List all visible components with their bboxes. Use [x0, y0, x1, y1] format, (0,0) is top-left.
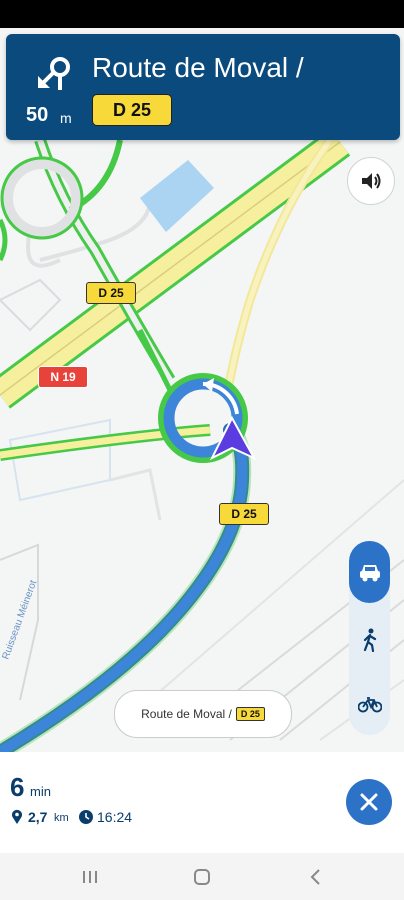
close-icon: [360, 793, 378, 811]
remaining-distance: 2,7: [28, 809, 48, 825]
clock-icon: [79, 810, 93, 824]
home-icon[interactable]: [190, 865, 214, 889]
destination-road-badge: D 25: [235, 707, 265, 721]
transport-mode-panel: [349, 541, 390, 735]
mode-bike-button[interactable]: [349, 681, 390, 727]
remaining-minutes-unit: min: [30, 784, 51, 799]
navigation-banner[interactable]: 50 m Route de Moval / D 25: [6, 34, 400, 140]
sound-toggle-button[interactable]: [347, 157, 395, 205]
road-label-d25-bottom: D 25: [219, 503, 269, 525]
location-pin-icon: [12, 809, 22, 824]
walk-icon: [363, 628, 376, 652]
next-street-name: Route de Moval /: [92, 52, 304, 83]
destination-street: Route de Moval /: [141, 707, 232, 721]
arrival-time: 16:24: [97, 809, 133, 825]
remaining-distance-unit: km: [54, 812, 69, 824]
system-navigation-bar: [0, 853, 404, 900]
recent-apps-icon[interactable]: [78, 865, 102, 889]
trip-summary-panel: 6 min 2,7 km 16:24: [0, 752, 404, 853]
maneuver-distance-unit: m: [60, 110, 72, 126]
remaining-minutes: 6: [10, 772, 25, 802]
bike-icon: [357, 697, 382, 713]
speaker-icon: [362, 173, 381, 189]
road-label-d25-top: D 25: [86, 282, 136, 304]
destination-pill[interactable]: Route de Moval / D 25: [114, 690, 292, 738]
status-bar: [0, 0, 404, 28]
road-label-n19: N 19: [38, 366, 88, 388]
back-icon[interactable]: [304, 865, 328, 889]
car-icon: [359, 565, 380, 582]
maneuver-distance: 50: [26, 104, 49, 126]
end-navigation-button[interactable]: [346, 779, 392, 825]
mode-car-button[interactable]: [349, 541, 390, 603]
roundabout-exit-icon: [38, 57, 70, 90]
mode-walk-button[interactable]: [349, 617, 390, 663]
road-ref-badge: D 25: [92, 94, 172, 126]
